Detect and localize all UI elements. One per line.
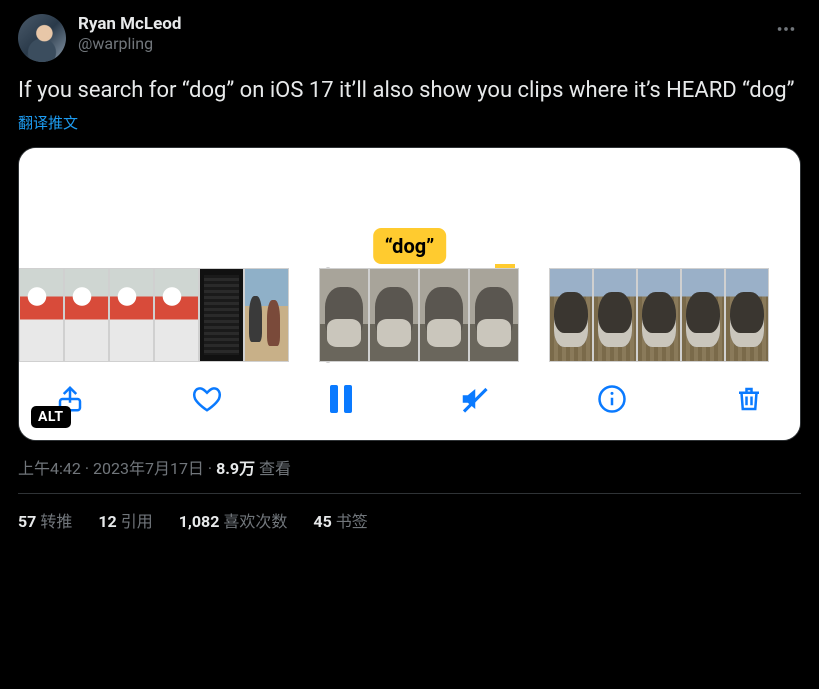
trash-button[interactable] <box>734 384 764 414</box>
post-date[interactable]: 2023年7月17日 <box>93 459 204 478</box>
video-thumb <box>419 268 469 362</box>
likes-stat[interactable]: 1,082喜欢次数 <box>179 508 288 532</box>
video-thumb <box>154 268 199 362</box>
avatar[interactable] <box>18 14 66 62</box>
quotes-stat[interactable]: 12引用 <box>98 508 152 532</box>
video-thumb <box>319 268 369 362</box>
video-thumb <box>19 268 64 362</box>
info-button[interactable] <box>597 384 627 414</box>
tweet-container: Ryan McLeod @warpling If you search for … <box>0 0 819 548</box>
tweet-meta: 上午4:42 · 2023年7月17日 · 8.9万 查看 <box>18 455 801 494</box>
bookmarks-stat[interactable]: 45书签 <box>313 508 367 532</box>
video-toolbar <box>19 362 800 440</box>
video-thumb <box>244 268 289 362</box>
video-thumb <box>681 268 725 362</box>
video-thumb <box>369 268 419 362</box>
tweet-header: Ryan McLeod @warpling <box>18 14 801 62</box>
clip-group-1 <box>19 268 289 362</box>
mute-button[interactable] <box>459 384 489 414</box>
translate-link[interactable]: 翻译推文 <box>18 112 78 133</box>
post-time[interactable]: 上午4:42 <box>18 459 81 478</box>
clip-group-3 <box>549 268 769 362</box>
alt-badge[interactable]: ALT <box>31 406 71 428</box>
video-thumb <box>199 268 244 362</box>
search-term-bubble: “dog” <box>373 228 447 264</box>
video-thumb <box>549 268 593 362</box>
like-button[interactable] <box>192 384 222 414</box>
author-display-name: Ryan McLeod <box>78 14 759 34</box>
video-thumb <box>64 268 109 362</box>
more-menu-icon[interactable] <box>771 14 801 49</box>
views-label: 查看 <box>259 459 291 478</box>
video-thumb <box>637 268 681 362</box>
views-count: 8.9万 <box>216 459 255 478</box>
pause-button[interactable] <box>330 385 352 413</box>
clip-gap <box>289 268 319 362</box>
video-thumb <box>725 268 769 362</box>
retweets-stat[interactable]: 57转推 <box>18 508 72 532</box>
media-attachment[interactable]: “dog” <box>18 147 801 441</box>
video-timeline-strip[interactable] <box>19 268 800 362</box>
author-handle: @warpling <box>78 34 759 53</box>
engagement-stats: 57转推 12引用 1,082喜欢次数 45书签 <box>18 494 801 538</box>
pause-icon <box>330 385 352 413</box>
clip-group-2 <box>319 268 519 362</box>
media-preview-top: “dog” <box>19 148 800 268</box>
clip-gap <box>519 268 549 362</box>
video-thumb <box>109 268 154 362</box>
video-thumb <box>593 268 637 362</box>
tweet-text: If you search for “dog” on iOS 17 it’ll … <box>18 76 801 106</box>
author-block[interactable]: Ryan McLeod @warpling <box>78 14 759 54</box>
video-thumb <box>469 268 519 362</box>
